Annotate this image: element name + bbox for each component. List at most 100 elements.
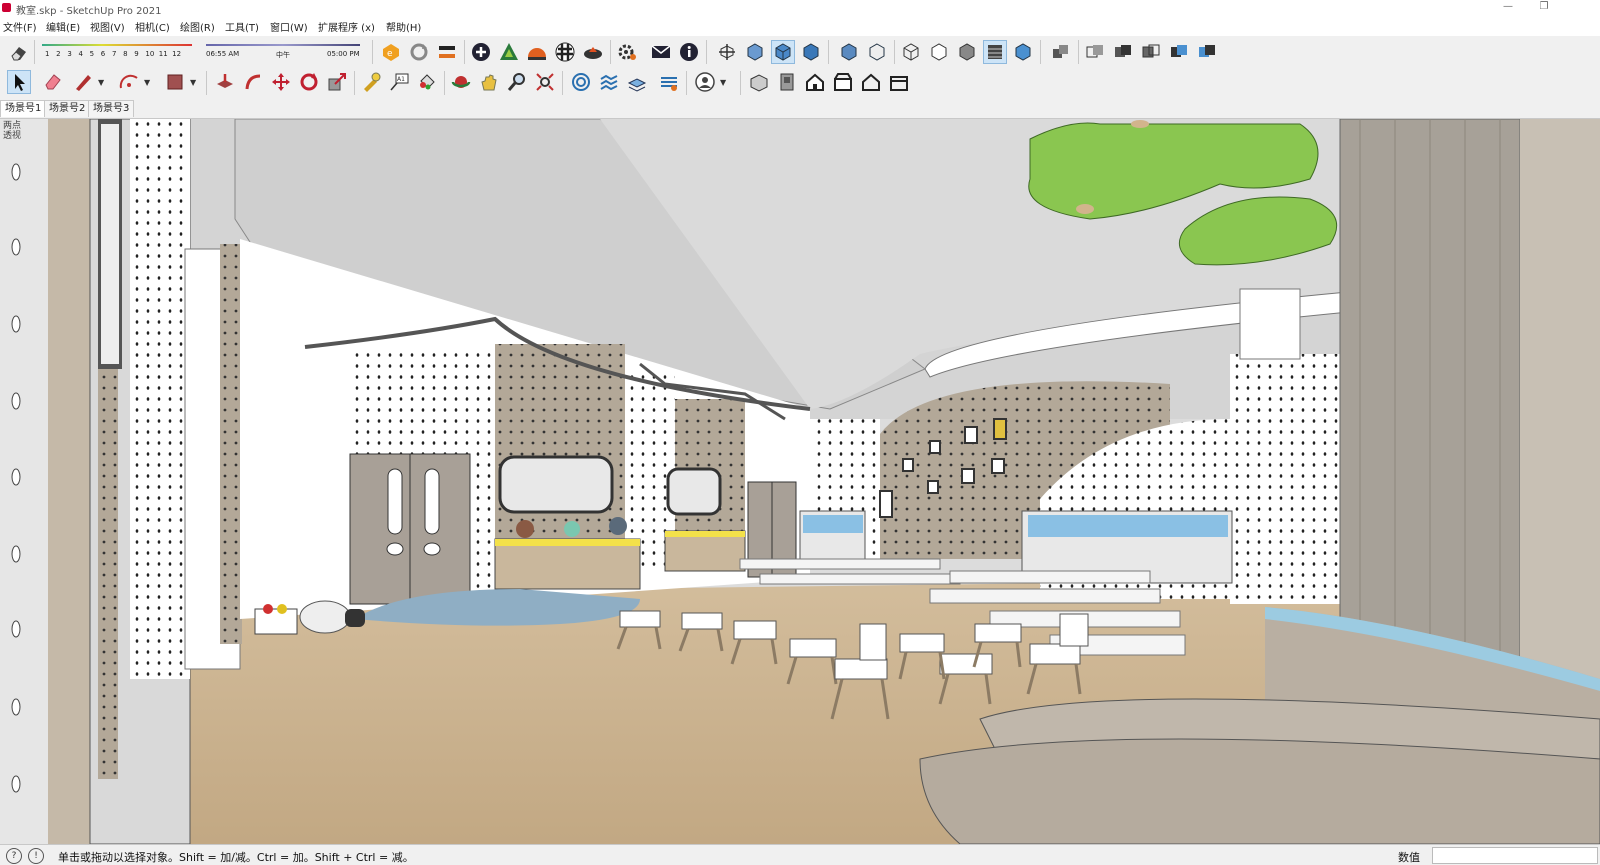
window-title: 教室.skp - SketchUp Pro 2021: [16, 6, 162, 17]
month-6: 6: [100, 50, 106, 58]
solid-union-icon[interactable]: [1084, 41, 1106, 63]
follow-me-icon[interactable]: [242, 71, 264, 93]
right-view-icon[interactable]: [800, 41, 822, 63]
month-8: 8: [123, 50, 128, 58]
push-pull-icon[interactable]: [214, 71, 236, 93]
measurements-input[interactable]: [1432, 847, 1598, 864]
monochrome-icon[interactable]: [1012, 41, 1034, 63]
classroom-render[interactable]: [0, 119, 1600, 844]
home-outline-icon[interactable]: [860, 71, 882, 93]
xray-style-icon[interactable]: [838, 41, 860, 63]
shop-box-icon[interactable]: [888, 71, 910, 93]
sandbox-waves-icon[interactable]: [598, 71, 620, 93]
pegboard-right-column: [1230, 354, 1350, 604]
arc-tool-icon[interactable]: [118, 71, 140, 93]
help-question-icon[interactable]: ?: [6, 848, 22, 864]
component-panel-icon[interactable]: [776, 71, 798, 93]
solid-subtract-icon[interactable]: [1140, 41, 1162, 63]
storefront-icon[interactable]: [832, 71, 854, 93]
sandbox-flip-icon[interactable]: [658, 71, 680, 93]
left-window-glass: [101, 124, 119, 364]
info-icon[interactable]: [678, 41, 700, 63]
eraser-icon[interactable]: [8, 41, 30, 63]
pan-hand-icon[interactable]: [478, 71, 500, 93]
extension-warehouse-icon[interactable]: e: [380, 41, 402, 63]
account-dropdown-icon[interactable]: ▼: [720, 78, 726, 87]
pencil-line-icon[interactable]: [72, 71, 94, 93]
eraser-tool-icon[interactable]: [42, 71, 64, 93]
arc-dropdown-icon[interactable]: ▼: [144, 78, 150, 87]
shape-dropdown-icon[interactable]: ▼: [190, 78, 196, 87]
layers-target-icon[interactable]: [570, 71, 592, 93]
menu-draw[interactable]: 绘图(R): [180, 19, 215, 34]
3d-warehouse-icon[interactable]: [498, 41, 520, 63]
top-view-icon[interactable]: [744, 41, 766, 63]
solid-trim-icon[interactable]: [1168, 41, 1190, 63]
right-wall-block: [1239, 288, 1301, 360]
restore-button[interactable]: ❐: [1530, 1, 1558, 15]
components-icon[interactable]: [1050, 41, 1072, 63]
settings-gear-icon[interactable]: [616, 41, 638, 63]
checker-sphere-icon[interactable]: [554, 41, 576, 63]
shaded-textures-icon[interactable]: [983, 40, 1007, 64]
model-viewport[interactable]: 两点透视: [0, 119, 1600, 844]
solid-split-icon[interactable]: [1196, 41, 1218, 63]
minimize-button[interactable]: —: [1494, 1, 1522, 15]
rotate-tool-icon[interactable]: [298, 71, 320, 93]
paint-bucket-icon[interactable]: [416, 71, 438, 93]
select-arrow-icon[interactable]: [7, 70, 31, 94]
owl-toy: [609, 517, 627, 535]
iso-view-icon[interactable]: [716, 41, 738, 63]
month-7: 7: [111, 50, 117, 58]
scene-tab-1[interactable]: 场景号1: [0, 100, 47, 117]
toolbar-tools: ▼ ▼ ▼ A1 ▼: [0, 68, 1600, 98]
cloud-upload-icon[interactable]: [582, 41, 604, 63]
zoom-icon[interactable]: [506, 71, 528, 93]
menu-file[interactable]: 文件(F): [3, 19, 37, 34]
zoom-extents-icon[interactable]: [534, 71, 556, 93]
line-dropdown-icon[interactable]: ▼: [98, 78, 104, 87]
scene-tab-3[interactable]: 场景号3: [88, 100, 135, 117]
rectangle-tool-icon[interactable]: [164, 71, 186, 93]
front-view-icon[interactable]: [771, 40, 795, 64]
user-account-icon[interactable]: [694, 71, 716, 93]
month-3: 3: [67, 50, 72, 58]
time-slider-track[interactable]: [206, 44, 360, 46]
add-location-icon[interactable]: [470, 41, 492, 63]
warehouse-box-icon[interactable]: [748, 71, 770, 93]
menu-camera[interactable]: 相机(C): [135, 19, 170, 34]
house-icon[interactable]: [804, 71, 826, 93]
mail-icon[interactable]: [650, 41, 672, 63]
menu-window[interactable]: 窗口(W): [270, 19, 308, 34]
text-label-icon[interactable]: A1: [388, 71, 410, 93]
picture-frame: [964, 426, 978, 444]
menu-help[interactable]: 帮助(H): [386, 19, 421, 34]
sun-shadow-icon[interactable]: [526, 41, 548, 63]
menu-edit[interactable]: 编辑(E): [46, 19, 80, 34]
sheep-toy: [299, 600, 351, 634]
time-noon: 中午: [276, 51, 290, 59]
wireframe-icon[interactable]: [900, 41, 922, 63]
toy-shelf-1: [494, 538, 641, 590]
menu-extensions[interactable]: 扩展程序 (x): [318, 19, 375, 34]
month-slider-track[interactable]: [42, 44, 192, 46]
shaded-icon[interactable]: [956, 41, 978, 63]
sandbox-stamp-icon[interactable]: [626, 71, 648, 93]
hidden-line-icon[interactable]: [928, 41, 950, 63]
sync-arrows-icon[interactable]: [436, 41, 458, 63]
scene-tabs: 场景号1 场景号2 场景号3: [0, 98, 1600, 119]
window-rounded-1: [498, 455, 614, 514]
left-perforated-panel: [130, 119, 190, 679]
menu-view[interactable]: 视图(V): [90, 19, 125, 34]
tape-measure-icon[interactable]: [360, 71, 382, 93]
menu-tools[interactable]: 工具(T): [225, 19, 259, 34]
solid-intersect-icon[interactable]: [1112, 41, 1134, 63]
move-tool-icon[interactable]: [270, 71, 292, 93]
orbit-icon[interactable]: [450, 71, 472, 93]
scene-tab-2[interactable]: 场景号2: [44, 100, 91, 117]
scale-tool-icon[interactable]: [326, 71, 348, 93]
time-end: 05:00 PM: [327, 50, 360, 58]
info-circle-icon[interactable]: !: [28, 848, 44, 864]
back-edges-icon[interactable]: [866, 41, 888, 63]
reload-icon[interactable]: [408, 41, 430, 63]
